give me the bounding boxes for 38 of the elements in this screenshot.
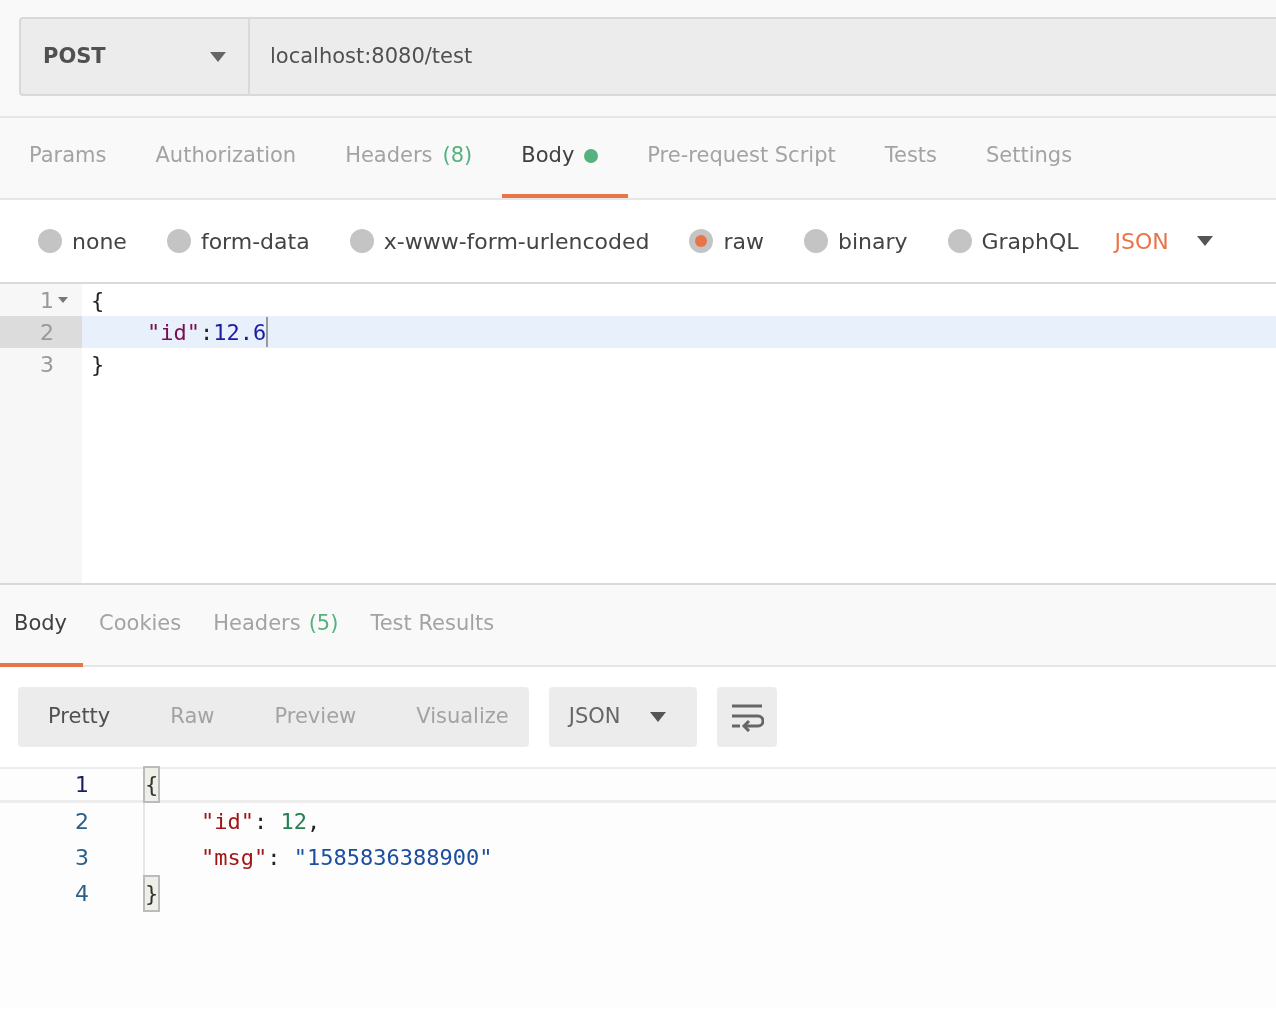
radio-option[interactable]: none [38, 224, 127, 258]
fold-icon[interactable] [58, 297, 68, 303]
format-dropdown[interactable]: JSON [1114, 224, 1213, 258]
code-line: { [143, 766, 159, 803]
radio-option[interactable]: x-www-form-urlencoded [349, 224, 650, 258]
caret-icon [210, 51, 226, 62]
line-number: 3 [40, 350, 54, 379]
response-tab[interactable]: Headers (5) [197, 585, 355, 667]
radio-option[interactable]: GraphQL [947, 224, 1079, 258]
code-line: } [90, 350, 105, 379]
line-number: 4 [74, 879, 90, 908]
wrap-lines-button[interactable] [716, 687, 777, 747]
line-number: 2 [74, 807, 90, 836]
code-line: "id":12.6 [146, 318, 267, 347]
radio-option[interactable]: raw [689, 224, 764, 258]
line-number: 1 [40, 286, 54, 315]
request-tab[interactable]: Headers (8) [326, 118, 503, 198]
code-line: "id": 12, [143, 803, 321, 839]
text-cursor [266, 317, 269, 347]
request-tab[interactable]: Body [502, 118, 629, 198]
code-line: } [143, 875, 159, 911]
radio-option[interactable]: form-data [166, 224, 310, 258]
url-field[interactable]: localhost:8080/test [250, 19, 473, 94]
line-number: 3 [74, 843, 90, 872]
wrap-icon [729, 702, 764, 732]
response-tab[interactable]: Body [0, 585, 83, 667]
radio-option[interactable]: binary [803, 224, 908, 258]
tab-count: (5) [308, 610, 339, 638]
code-editor[interactable]: 1 { 2 "id":12.6 3 } [0, 284, 1276, 585]
caret-icon [1196, 236, 1213, 246]
caret-icon [650, 712, 667, 722]
tab-count: (8) [442, 142, 473, 170]
line-number: 1 [74, 771, 90, 799]
line-number: 2 [40, 318, 54, 347]
view-mode-button[interactable]: Pretty [38, 701, 121, 733]
code-line: { [90, 286, 105, 315]
format-dropdown[interactable]: JSON [548, 687, 697, 747]
method-dropdown[interactable]: POST [21, 19, 250, 94]
